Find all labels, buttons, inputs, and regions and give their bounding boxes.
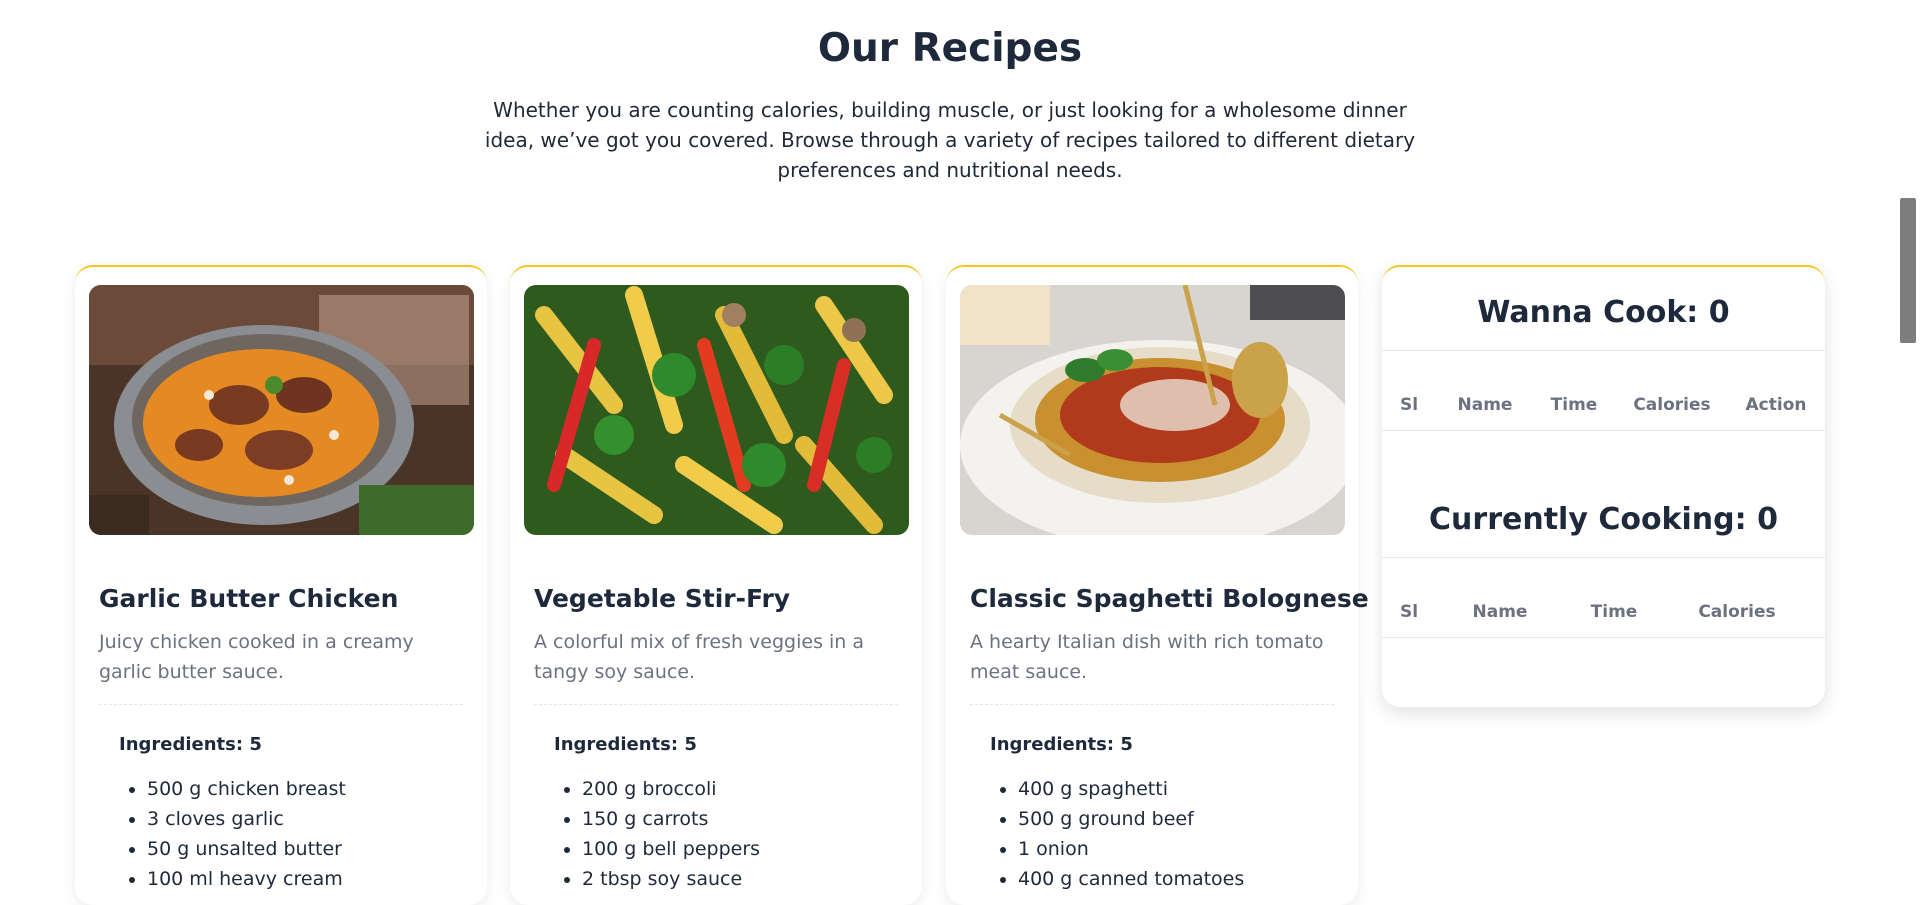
recipe-card: Vegetable Stir-Fry A colorful mix of fre… xyxy=(510,265,922,905)
card-divider xyxy=(99,704,463,705)
currently-cooking-title: Currently Cooking: 0 xyxy=(1429,502,1778,537)
ingredients-list: 200 g broccoli 150 g carrots 100 g bell … xyxy=(554,774,760,894)
column-header-calories: Calories xyxy=(1698,602,1776,622)
column-header-action: Action xyxy=(1745,395,1807,415)
cooking-sidebar: Wanna Cook: 0 Sl Name Time Calories Acti… xyxy=(1382,265,1825,707)
ingredients-list: 400 g spaghetti 500 g ground beef 1 onio… xyxy=(990,774,1244,894)
ingredients-heading: Ingredients: 5 xyxy=(119,734,262,755)
divider xyxy=(1382,557,1825,558)
recipe-image-spaghetti xyxy=(960,285,1345,535)
card-divider xyxy=(534,704,898,705)
recipe-description: A hearty Italian dish with rich tomato m… xyxy=(970,631,1324,683)
ingredient-item: 400 g spaghetti xyxy=(1018,774,1244,804)
ingredient-item: 500 g ground beef xyxy=(1018,804,1244,834)
wanna-cook-title: Wanna Cook: 0 xyxy=(1477,295,1730,330)
ingredient-item: 150 g carrots xyxy=(582,804,760,834)
ingredient-item: 3 cloves garlic xyxy=(147,804,346,834)
column-header-name: Name xyxy=(1457,395,1513,415)
column-header-time: Time xyxy=(1590,602,1638,622)
ingredient-item: 400 g canned tomatoes xyxy=(1018,864,1244,894)
divider xyxy=(1382,637,1825,638)
column-header-sl: Sl xyxy=(1399,602,1419,622)
recipe-title: Vegetable Stir-Fry xyxy=(534,584,791,613)
recipe-description: Juicy chicken cooked in a creamy garlic … xyxy=(99,631,414,683)
ingredient-item: 500 g chicken breast xyxy=(147,774,346,804)
recipe-image-butter-chicken xyxy=(89,285,474,535)
column-header-calories: Calories xyxy=(1633,395,1711,415)
column-header-time: Time xyxy=(1550,395,1598,415)
column-header-name: Name xyxy=(1472,602,1528,622)
ingredient-item: 100 g bell peppers xyxy=(582,834,760,864)
ingredients-heading: Ingredients: 5 xyxy=(554,734,697,755)
ingredient-item: 200 g broccoli xyxy=(582,774,760,804)
divider xyxy=(1382,350,1825,351)
page-title: Our Recipes xyxy=(817,26,1083,71)
ingredient-item: 2 tbsp soy sauce xyxy=(582,864,760,894)
page-scrollbar[interactable] xyxy=(1900,198,1916,343)
ingredients-heading: Ingredients: 5 xyxy=(990,734,1133,755)
card-divider xyxy=(970,704,1334,705)
ingredients-list: 500 g chicken breast 3 cloves garlic 50 … xyxy=(119,774,346,894)
recipe-title: Classic Spaghetti Bolognese xyxy=(970,584,1369,613)
column-header-sl: Sl xyxy=(1399,395,1419,415)
recipe-image-stir-fry xyxy=(524,285,909,535)
recipe-card: Classic Spaghetti Bolognese A hearty Ita… xyxy=(946,265,1369,905)
recipe-card: Garlic Butter Chicken Juicy chicken cook… xyxy=(75,265,487,905)
ingredient-item: 1 onion xyxy=(1018,834,1244,864)
divider xyxy=(1382,430,1825,431)
recipe-title: Garlic Butter Chicken xyxy=(99,584,399,613)
ingredient-item: 100 ml heavy cream xyxy=(147,864,346,894)
intro-text: Whether you are counting calories, build… xyxy=(484,98,1416,182)
recipe-description: A colorful mix of fresh veggies in a tan… xyxy=(534,631,865,683)
ingredient-item: 50 g unsalted butter xyxy=(147,834,346,864)
